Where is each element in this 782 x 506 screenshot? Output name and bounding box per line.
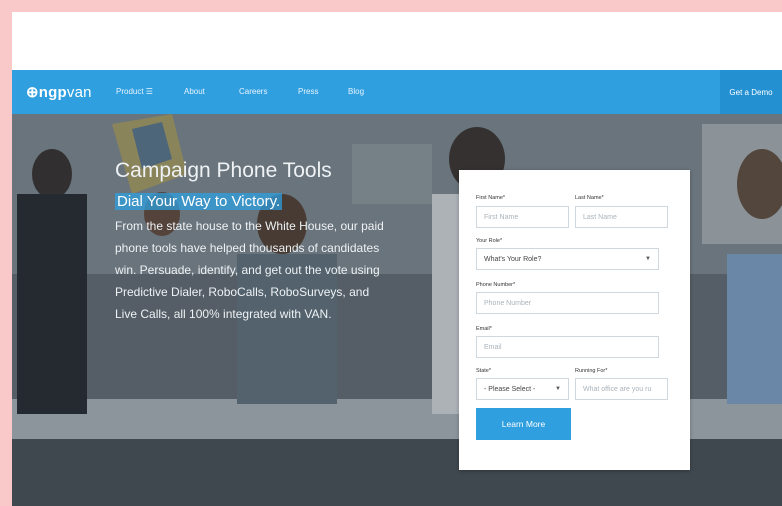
phone-number-field[interactable]: Phone Number xyxy=(476,292,659,314)
email-field[interactable]: Email xyxy=(476,336,659,358)
last-name-label: Last Name* xyxy=(575,195,604,201)
hero-text-block: Campaign Phone Tools Dial Your Way to Vi… xyxy=(115,158,385,325)
learn-more-button[interactable]: Learn More xyxy=(476,408,571,440)
phone-label: Phone Number* xyxy=(476,282,516,288)
nav-item-press[interactable]: Press xyxy=(298,87,318,96)
role-label: Your Role* xyxy=(476,238,503,244)
nav-item-careers[interactable]: Careers xyxy=(239,87,267,96)
ngpvan-logo[interactable]: ⊕ngpvan xyxy=(26,83,92,101)
nav-item-about[interactable]: About xyxy=(184,87,205,96)
browser-viewport: ⊕ngpvan Product ☰ About Careers Press Bl… xyxy=(12,12,782,506)
email-label: Email* xyxy=(476,326,492,332)
nav-item-product[interactable]: Product ☰ xyxy=(116,87,153,96)
hero-subtitle: Dial Your Way to Victory. xyxy=(115,193,283,210)
last-name-field[interactable]: Last Name xyxy=(575,206,668,228)
running-for-label: Running For* xyxy=(575,368,608,374)
get-a-demo-button[interactable]: Get a Demo xyxy=(720,70,782,114)
role-select[interactable]: What's Your Role? ▼ xyxy=(476,248,659,270)
first-name-field[interactable]: First Name xyxy=(476,206,569,228)
state-select[interactable]: - Please Select - ▼ xyxy=(476,378,569,400)
running-for-field[interactable]: What office are you ru xyxy=(575,378,668,400)
hero-description: From the state house to the White House,… xyxy=(115,219,384,321)
top-navigation-bar: ⊕ngpvan Product ☰ About Careers Press Bl… xyxy=(12,70,782,114)
hero-title: Campaign Phone Tools xyxy=(115,159,332,182)
state-label: State* xyxy=(476,368,491,374)
hero-section: Campaign Phone Tools Dial Your Way to Vi… xyxy=(12,114,782,506)
lead-form: First Name* First Name Last Name* Last N… xyxy=(459,170,690,470)
chevron-down-icon: ▼ xyxy=(555,386,561,392)
chevron-down-icon: ▼ xyxy=(645,256,651,262)
first-name-label: First Name* xyxy=(476,195,506,201)
logo-globe-icon: ⊕ xyxy=(26,84,39,101)
nav-item-blog[interactable]: Blog xyxy=(348,87,364,96)
